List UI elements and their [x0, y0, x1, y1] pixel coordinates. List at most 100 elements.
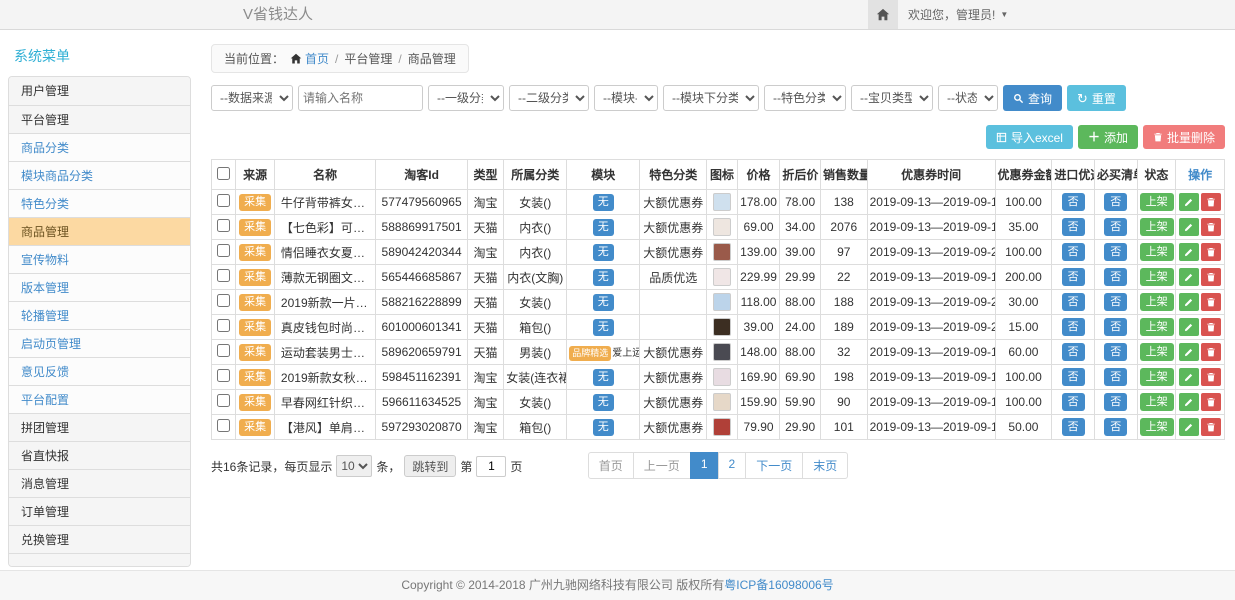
must-buy-toggle[interactable]: 否 — [1104, 268, 1127, 286]
import-select-toggle[interactable]: 否 — [1062, 393, 1085, 411]
must-buy-toggle[interactable]: 否 — [1104, 318, 1127, 336]
user-menu[interactable]: 欢迎您，管理员! ▼ — [898, 0, 1018, 29]
sidebar-item-订单管理[interactable]: 订单管理 — [9, 497, 190, 525]
sidebar-item-兑换管理[interactable]: 兑换管理 — [9, 525, 190, 553]
delete-button[interactable] — [1201, 243, 1221, 261]
pager-button-3[interactable]: 2 — [718, 452, 747, 479]
delete-button[interactable] — [1201, 293, 1221, 311]
delete-button[interactable] — [1201, 418, 1221, 436]
edit-button[interactable] — [1179, 418, 1199, 436]
per-page-select[interactable]: 10 — [336, 455, 372, 477]
jump-page-input[interactable] — [476, 456, 506, 477]
import-select-toggle[interactable]: 否 — [1062, 218, 1085, 236]
edit-button[interactable] — [1179, 268, 1199, 286]
sidebar-item-意见反馈[interactable]: 意见反馈 — [9, 357, 190, 385]
sidebar-item-平台配置[interactable]: 平台配置 — [9, 385, 190, 413]
status-button[interactable]: 上架 — [1140, 393, 1174, 411]
row-checkbox[interactable] — [217, 369, 230, 382]
jump-button[interactable]: 跳转到 — [404, 455, 456, 477]
import-select-toggle[interactable]: 否 — [1062, 293, 1085, 311]
home-button[interactable] — [868, 0, 898, 29]
icp-link[interactable]: 粤ICP备16098006号 — [724, 578, 833, 592]
filter-feature-category[interactable]: --特色分类-- — [764, 85, 846, 111]
pager-button-4[interactable]: 下一页 — [745, 452, 803, 479]
sidebar-item-启动页管理[interactable]: 启动页管理 — [9, 329, 190, 357]
row-checkbox[interactable] — [217, 344, 230, 357]
must-buy-toggle[interactable]: 否 — [1104, 218, 1127, 236]
edit-button[interactable] — [1179, 368, 1199, 386]
delete-button[interactable] — [1201, 368, 1221, 386]
import-select-toggle[interactable]: 否 — [1062, 368, 1085, 386]
status-button[interactable]: 上架 — [1140, 193, 1174, 211]
row-checkbox[interactable] — [217, 219, 230, 232]
edit-button[interactable] — [1179, 293, 1199, 311]
filter-data-source[interactable]: --数据来源-- — [211, 85, 293, 111]
sidebar-item-平台管理[interactable]: 平台管理 — [9, 105, 190, 133]
edit-button[interactable] — [1179, 318, 1199, 336]
delete-button[interactable] — [1201, 193, 1221, 211]
sidebar-item-版本管理[interactable]: 版本管理 — [9, 273, 190, 301]
row-checkbox[interactable] — [217, 294, 230, 307]
filter-module[interactable]: --模块-- — [594, 85, 658, 111]
sidebar-item-特色分类[interactable]: 特色分类 — [9, 189, 190, 217]
filter-level2-category[interactable]: --二级分类-- — [509, 85, 589, 111]
edit-button[interactable] — [1179, 218, 1199, 236]
edit-button[interactable] — [1179, 343, 1199, 361]
import-select-toggle[interactable]: 否 — [1062, 418, 1085, 436]
status-button[interactable]: 上架 — [1140, 343, 1174, 361]
add-button[interactable]: ＋ 添加 — [1078, 125, 1138, 149]
sidebar-item-clipped[interactable] — [9, 553, 190, 566]
status-button[interactable]: 上架 — [1140, 293, 1174, 311]
import-select-toggle[interactable]: 否 — [1062, 343, 1085, 361]
row-checkbox[interactable] — [217, 194, 230, 207]
import-select-toggle[interactable]: 否 — [1062, 268, 1085, 286]
import-select-toggle[interactable]: 否 — [1062, 193, 1085, 211]
row-checkbox[interactable] — [217, 394, 230, 407]
edit-button[interactable] — [1179, 193, 1199, 211]
row-checkbox[interactable] — [217, 319, 230, 332]
filter-item-type[interactable]: --宝贝类型-- — [851, 85, 933, 111]
import-excel-button[interactable]: 导入excel — [986, 125, 1073, 149]
sidebar-item-拼团管理[interactable]: 拼团管理 — [9, 413, 190, 441]
row-checkbox[interactable] — [217, 269, 230, 282]
delete-button[interactable] — [1201, 343, 1221, 361]
status-button[interactable]: 上架 — [1140, 268, 1174, 286]
sidebar-item-商品管理[interactable]: 商品管理 — [9, 217, 190, 245]
breadcrumb-home-link[interactable]: 首页 — [290, 50, 329, 67]
filter-level1-category[interactable]: --一级分类-- — [428, 85, 504, 111]
filter-name-input[interactable] — [298, 85, 423, 111]
select-all-checkbox[interactable] — [217, 167, 230, 180]
must-buy-toggle[interactable]: 否 — [1104, 193, 1127, 211]
search-button[interactable]: 查询 — [1003, 85, 1062, 111]
status-button[interactable]: 上架 — [1140, 243, 1174, 261]
filter-module-sub-category[interactable]: --模块下分类-- — [663, 85, 759, 111]
row-checkbox[interactable] — [217, 419, 230, 432]
status-button[interactable]: 上架 — [1140, 418, 1174, 436]
sidebar-item-轮播管理[interactable]: 轮播管理 — [9, 301, 190, 329]
pager-button-0[interactable]: 首页 — [588, 452, 634, 479]
import-select-toggle[interactable]: 否 — [1062, 318, 1085, 336]
reset-button[interactable]: ↻ 重置 — [1067, 85, 1126, 111]
pager-button-2[interactable]: 1 — [690, 452, 719, 479]
edit-button[interactable] — [1179, 393, 1199, 411]
must-buy-toggle[interactable]: 否 — [1104, 368, 1127, 386]
delete-button[interactable] — [1201, 218, 1221, 236]
sidebar-item-消息管理[interactable]: 消息管理 — [9, 469, 190, 497]
filter-status[interactable]: --状态-- — [938, 85, 998, 111]
must-buy-toggle[interactable]: 否 — [1104, 393, 1127, 411]
delete-button[interactable] — [1201, 393, 1221, 411]
import-select-toggle[interactable]: 否 — [1062, 243, 1085, 261]
delete-button[interactable] — [1201, 318, 1221, 336]
pager-button-5[interactable]: 末页 — [802, 452, 848, 479]
sidebar-item-模块商品分类[interactable]: 模块商品分类 — [9, 161, 190, 189]
must-buy-toggle[interactable]: 否 — [1104, 243, 1127, 261]
sidebar-item-商品分类[interactable]: 商品分类 — [9, 133, 190, 161]
must-buy-toggle[interactable]: 否 — [1104, 343, 1127, 361]
batch-delete-button[interactable]: 批量删除 — [1143, 125, 1225, 149]
status-button[interactable]: 上架 — [1140, 218, 1174, 236]
sidebar-item-省直快报[interactable]: 省直快报 — [9, 441, 190, 469]
row-checkbox[interactable] — [217, 244, 230, 257]
must-buy-toggle[interactable]: 否 — [1104, 293, 1127, 311]
sidebar-item-用户管理[interactable]: 用户管理 — [9, 77, 190, 105]
status-button[interactable]: 上架 — [1140, 318, 1174, 336]
